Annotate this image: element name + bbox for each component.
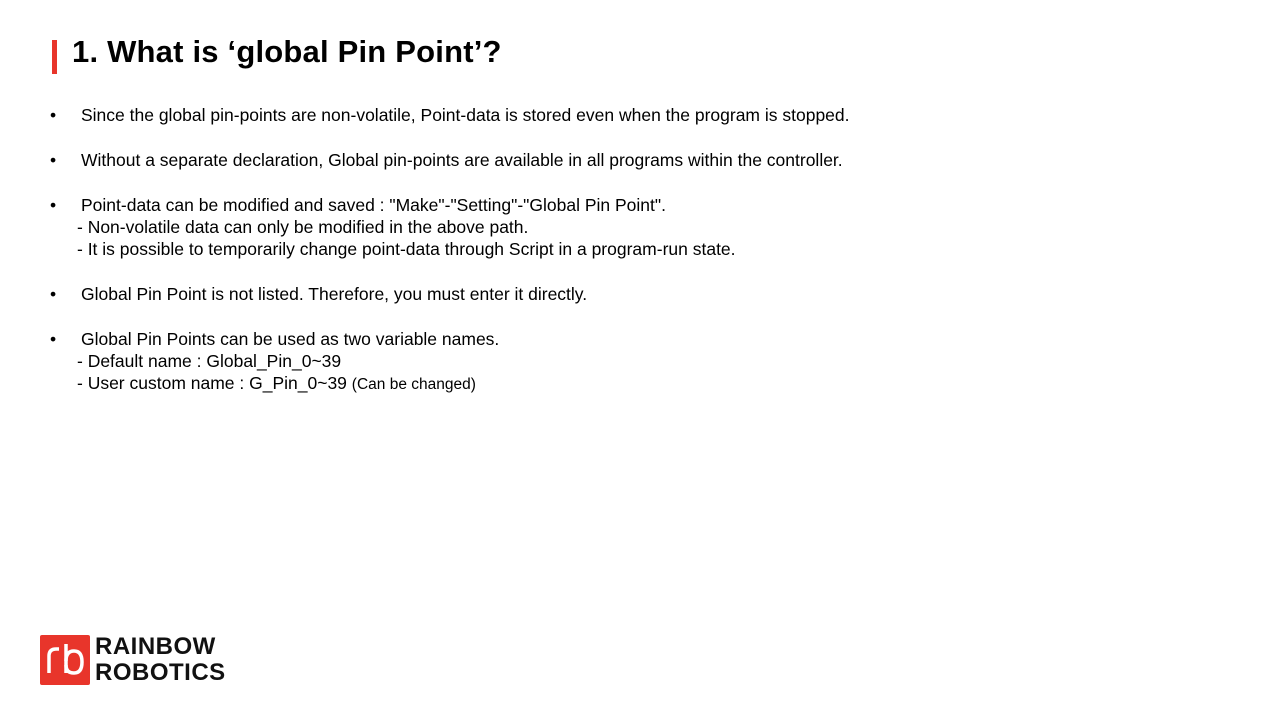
bullet-list: • Since the global pin-points are non-vo…: [50, 104, 1250, 419]
bullet-text: Global Pin Points can be used as two var…: [81, 329, 500, 349]
title-accent-bar: [52, 40, 57, 74]
rb-logo-icon: [40, 635, 90, 685]
bullet-item: • Global Pin Points can be used as two v…: [50, 328, 1250, 396]
bullet-text: Since the global pin-points are non-vola…: [81, 105, 850, 125]
bullet-dot: •: [50, 150, 57, 170]
bullet-text: Without a separate declaration, Global p…: [81, 150, 843, 170]
bullet-dot: •: [50, 284, 57, 304]
logo-line-2: ROBOTICS: [95, 659, 226, 686]
bullet-subtext: - Non-volatile data can only be modified…: [77, 217, 529, 237]
bullet-item: • Without a separate declaration, Global…: [50, 149, 1250, 171]
bullet-dot: •: [50, 105, 57, 125]
bullet-subtext-note: (Can be changed): [351, 376, 476, 393]
page-title: 1. What is ‘global Pin Point’?: [72, 34, 502, 69]
bullet-subtext-main: - User custom name : G_Pin_0~39: [77, 373, 347, 393]
bullet-subtext: - User custom name : G_Pin_0~39 (Can be …: [77, 372, 1250, 396]
company-logo: RAINBOW ROBOTICS: [40, 634, 225, 686]
bullet-item: • Global Pin Point is not listed. Theref…: [50, 283, 1250, 305]
bullet-dot: •: [50, 329, 57, 349]
bullet-subtext: - It is possible to temporarily change p…: [77, 239, 736, 259]
logo-line-1: RAINBOW: [95, 633, 216, 660]
bullet-item: • Point-data can be modified and saved :…: [50, 194, 1250, 260]
bullet-text: Point-data can be modified and saved : "…: [81, 195, 666, 215]
bullet-text: Global Pin Point is not listed. Therefor…: [81, 284, 588, 304]
bullet-item: • Since the global pin-points are non-vo…: [50, 104, 1250, 126]
logo-wordmark: RAINBOW ROBOTICS: [95, 634, 226, 686]
bullet-dot: •: [50, 195, 57, 215]
bullet-subtext: - Default name : Global_Pin_0~39: [77, 351, 342, 371]
